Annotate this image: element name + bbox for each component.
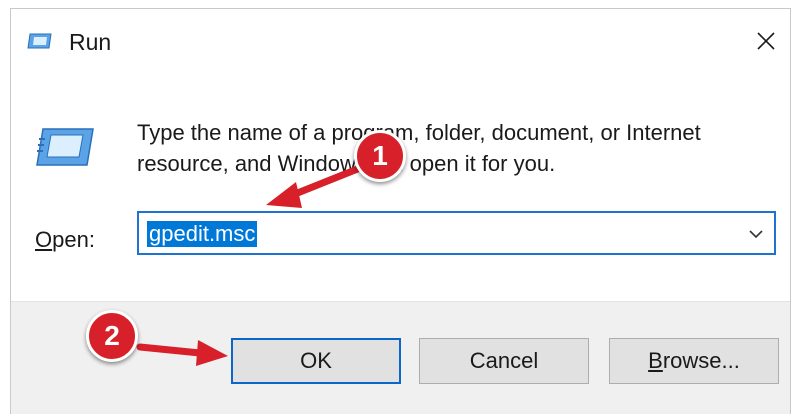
run-icon (27, 31, 53, 51)
open-combobox[interactable]: gpedit.msc (137, 211, 776, 255)
cancel-button[interactable]: Cancel (419, 338, 589, 384)
step-1-marker: 1 (354, 130, 406, 182)
browse-mnemonic: B (648, 348, 663, 373)
browse-label-rest: rowse... (662, 348, 740, 373)
open-label: Open: (35, 227, 95, 253)
ok-button[interactable]: OK (231, 338, 401, 384)
close-button[interactable] (742, 17, 790, 65)
step-2-marker: 2 (86, 310, 138, 362)
dialog-description: Type the name of a program, folder, docu… (137, 120, 701, 176)
browse-button[interactable]: Browse... (609, 338, 779, 384)
run-icon (35, 125, 95, 169)
chevron-down-icon[interactable] (748, 227, 764, 239)
window-title: Run (69, 29, 112, 55)
open-label-rest: pen: (52, 227, 95, 252)
open-input[interactable]: gpedit.msc (147, 221, 258, 247)
dialog-body: Type the name of a program, folder, docu… (11, 75, 790, 301)
close-icon (757, 32, 775, 50)
open-label-mnemonic: O (35, 227, 53, 252)
title-bar[interactable]: Run (11, 9, 790, 75)
